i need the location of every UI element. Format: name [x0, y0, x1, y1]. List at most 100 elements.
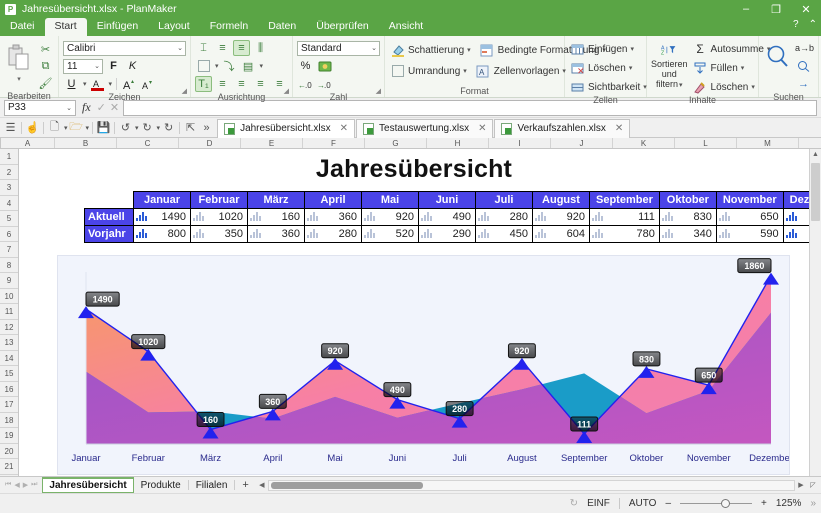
row-header-18[interactable]: 18: [0, 413, 18, 429]
scroll-up-arrow[interactable]: ▲: [810, 149, 821, 161]
zoom-slider-knob[interactable]: [721, 499, 730, 508]
select-object-icon[interactable]: ⇱: [183, 120, 198, 136]
resize-grip-icon[interactable]: ◸: [807, 481, 819, 489]
row-header-19[interactable]: 19: [0, 428, 18, 444]
paste-icon[interactable]: [4, 41, 34, 75]
sheet-canvas[interactable]: Jahresübersicht Januar Februar März Apri…: [19, 149, 809, 476]
help-icon[interactable]: ?: [793, 19, 799, 30]
menu-item-daten[interactable]: Daten: [258, 18, 306, 36]
new-file-icon[interactable]: 🗋: [47, 120, 62, 136]
autosum-label[interactable]: Autosumme: [711, 44, 764, 55]
vorjahr-cell-9[interactable]: 340: [659, 226, 716, 243]
ausrichtung-dialog-launcher[interactable]: ◢: [284, 87, 289, 95]
search-icon[interactable]: [763, 40, 793, 74]
vorjahr-cell-6[interactable]: 450: [476, 226, 533, 243]
delete-cells-label[interactable]: Löschen: [588, 63, 626, 74]
sort-filter-icon[interactable]: AZ: [661, 41, 678, 59]
menu-item-start[interactable]: Start: [45, 18, 87, 36]
row-header-10[interactable]: 10: [0, 289, 18, 305]
text-format-icon[interactable]: T₁: [195, 76, 212, 92]
currency-style-icon[interactable]: [316, 58, 333, 74]
next-sheet-icon[interactable]: ▶: [23, 481, 28, 489]
border-icon[interactable]: [389, 63, 406, 79]
borders-icon[interactable]: [195, 58, 212, 74]
zahl-dialog-launcher[interactable]: ◢: [376, 87, 381, 95]
column-header-L[interactable]: L: [675, 138, 737, 148]
row-header-17[interactable]: 17: [0, 397, 18, 413]
percent-style-icon[interactable]: %: [297, 58, 314, 74]
open-file-icon[interactable]: 🗁: [69, 120, 84, 136]
fill-label[interactable]: Füllen: [711, 63, 738, 74]
row-header-20[interactable]: 20: [0, 444, 18, 460]
clear-icon[interactable]: [692, 79, 709, 95]
aktuell-cell-9[interactable]: 830: [659, 209, 716, 226]
font-color-caret-icon[interactable]: ▾: [109, 80, 113, 88]
close-tab-icon[interactable]: ✕: [340, 123, 348, 134]
prev-sheet-icon[interactable]: ◀: [14, 481, 19, 489]
name-box-caret-icon[interactable]: ⌄: [66, 104, 72, 112]
minimize-button[interactable]: –: [731, 0, 761, 18]
row-header-15[interactable]: 15: [0, 366, 18, 382]
shading-icon[interactable]: [389, 42, 406, 58]
zoom-slider[interactable]: [680, 503, 752, 504]
menu-item-formeln[interactable]: Formeln: [200, 18, 259, 36]
autosum-icon[interactable]: Σ: [692, 41, 709, 57]
undo-caret-icon[interactable]: ▾: [135, 124, 139, 132]
sort-filter-label-1[interactable]: Sortieren: [651, 59, 688, 69]
italic-button[interactable]: K: [124, 58, 141, 74]
increase-font-size-icon[interactable]: A▴: [121, 76, 138, 92]
scroll-left-arrow[interactable]: ◀: [256, 481, 268, 489]
replace-icon[interactable]: a→b: [795, 43, 814, 53]
column-header-D[interactable]: D: [179, 138, 241, 148]
vorjahr-cell-4[interactable]: 520: [362, 226, 419, 243]
fill-caret-icon[interactable]: ▾: [741, 64, 745, 72]
aktuell-cell-7[interactable]: 920: [533, 209, 590, 226]
vorjahr-cell-3[interactable]: 280: [305, 226, 362, 243]
column-header-N[interactable]: N: [799, 138, 821, 148]
conditional-formatting-icon[interactable]: [479, 42, 496, 58]
column-header-I[interactable]: I: [489, 138, 551, 148]
paste-dropdown-caret[interactable]: ▾: [17, 75, 21, 83]
menu-item-layout[interactable]: Layout: [148, 18, 200, 36]
document-tab-verkaufszahlen[interactable]: Verkaufszahlen.xlsx ✕: [494, 119, 630, 138]
menu-item-ansicht[interactable]: Ansicht: [379, 18, 433, 36]
aktuell-cell-0[interactable]: 1490: [134, 209, 191, 226]
save-icon[interactable]: 💾: [96, 120, 111, 136]
open-file-caret-icon[interactable]: ▾: [86, 124, 90, 132]
row-header-4[interactable]: 4: [0, 196, 18, 212]
vorjahr-cell-10[interactable]: 590: [716, 226, 783, 243]
clear-label[interactable]: Löschen: [711, 82, 749, 93]
row-header-13[interactable]: 13: [0, 335, 18, 351]
sheet-tab-filialen[interactable]: Filialen: [189, 478, 235, 493]
menu-toggle-icon[interactable]: ☰: [3, 120, 18, 136]
column-header-M[interactable]: M: [737, 138, 799, 148]
sheet-tab-jahresuebersicht[interactable]: Jahresübersicht: [42, 477, 133, 493]
underline-button[interactable]: U: [63, 76, 80, 92]
zoom-level-label[interactable]: 125%: [776, 498, 802, 509]
merge-cells-icon[interactable]: ▤: [240, 58, 257, 74]
goto-icon[interactable]: →: [795, 76, 812, 92]
data-marker-11[interactable]: [763, 273, 779, 285]
insert-cells-caret-icon[interactable]: ▾: [630, 45, 634, 53]
row-header-21[interactable]: 21: [0, 459, 18, 475]
vorjahr-cell-7[interactable]: 604: [533, 226, 590, 243]
new-file-caret-icon[interactable]: ▾: [64, 124, 68, 132]
collapse-ribbon-icon[interactable]: ⌃: [809, 19, 817, 30]
menu-item-datei[interactable]: Datei: [0, 18, 45, 36]
row-header-5[interactable]: 5: [0, 211, 18, 227]
aktuell-cell-10[interactable]: 650: [716, 209, 783, 226]
column-header-C[interactable]: C: [117, 138, 179, 148]
shading-caret-icon[interactable]: ▾: [467, 46, 471, 54]
data-marker-7[interactable]: [514, 358, 530, 370]
area-chart[interactable]: 149010201603609204902809201118306501860J…: [57, 255, 790, 475]
row-header-7[interactable]: 7: [0, 242, 18, 258]
close-tab-icon[interactable]: ✕: [478, 123, 486, 134]
vorjahr-cell-2[interactable]: 360: [248, 226, 305, 243]
align-top-icon[interactable]: ⌶: [195, 40, 212, 56]
delete-cells-icon[interactable]: ✕: [569, 60, 586, 76]
row-header-16[interactable]: 16: [0, 382, 18, 398]
add-sheet-button[interactable]: +: [235, 479, 255, 491]
row-header-12[interactable]: 12: [0, 320, 18, 336]
font-color-icon[interactable]: A: [89, 76, 106, 92]
column-header-H[interactable]: H: [427, 138, 489, 148]
